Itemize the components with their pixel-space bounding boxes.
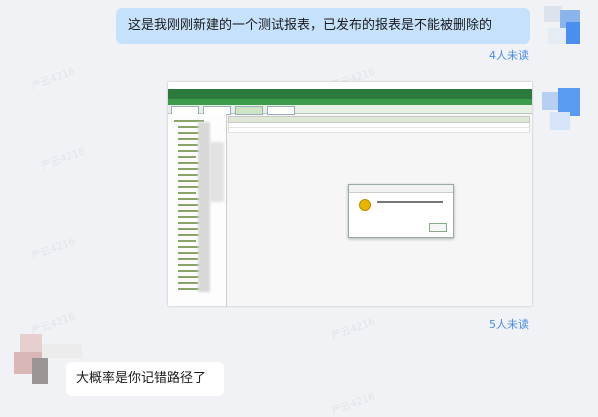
redacted-area: [198, 122, 210, 292]
watermark: 严云4216: [30, 66, 77, 93]
read-status[interactable]: 4人未读: [489, 47, 529, 63]
sender-avatar[interactable]: [12, 334, 82, 390]
read-status[interactable]: 5人未读: [489, 316, 529, 332]
message-dialog: [348, 184, 454, 238]
app-tab: [235, 106, 263, 115]
app-tab: [267, 106, 295, 115]
sender-message-bubble[interactable]: 大概率是你记错路径了: [66, 362, 224, 396]
watermark: 严云4216: [30, 311, 77, 338]
app-tabs: [168, 105, 532, 115]
dialog-ok-button: [429, 223, 447, 232]
redacted-area: [210, 142, 224, 202]
watermark: 严云4216: [30, 236, 77, 263]
app-menu-bar: [168, 89, 532, 99]
my-avatar[interactable]: [540, 4, 584, 48]
screenshot-image[interactable]: [168, 82, 532, 306]
watermark: 严云4216: [330, 316, 377, 343]
watermark: 严云4216: [40, 146, 87, 173]
info-warning-icon: [359, 199, 371, 211]
watermark: 严云4216: [330, 391, 377, 417]
my-message-bubble[interactable]: 这是我刚刚新建的一个测试报表，已发布的报表是不能被删除的: [116, 8, 530, 44]
app-title-bar: [168, 82, 532, 89]
message-text: 大概率是你记错路径了: [76, 371, 207, 386]
report-grid: [228, 116, 530, 136]
message-text: 这是我刚刚新建的一个测试报表，已发布的报表是不能被删除的: [128, 18, 493, 33]
my-avatar[interactable]: [540, 88, 584, 132]
